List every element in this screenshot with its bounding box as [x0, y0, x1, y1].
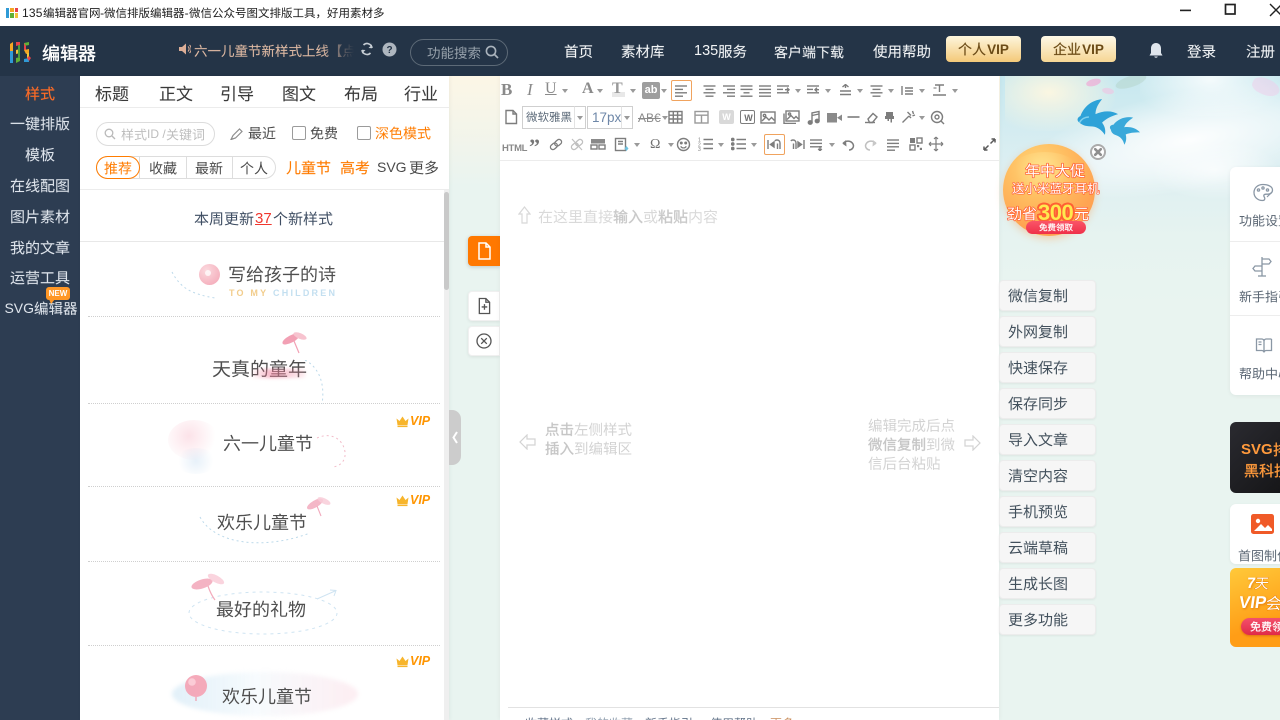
svg-text:?: ?	[386, 45, 392, 56]
svg-text:3: 3	[698, 147, 701, 151]
